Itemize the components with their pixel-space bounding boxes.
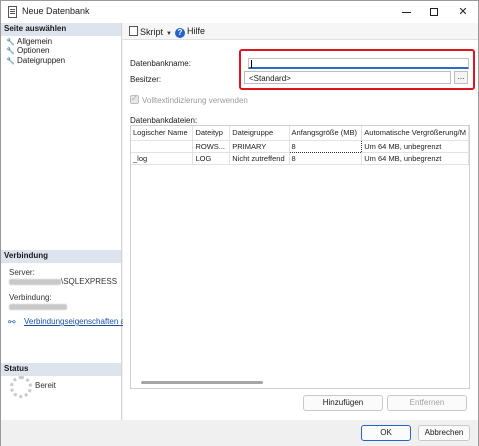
db-files-grid[interactable]: Logischer Name Dateityp Dateigruppe Anfa… [130, 125, 470, 389]
page-item-label: Allgemein [17, 37, 53, 46]
connection-label: Verbindung: [9, 293, 52, 302]
col-header-file-type[interactable]: Dateityp [192, 126, 231, 141]
toolbar: Skript ▼ ? Hilfe [123, 23, 478, 40]
help-label: Hilfe [187, 26, 206, 36]
horizontal-scrollbar[interactable] [141, 381, 263, 384]
db-files-label: Datenbankdateien: [130, 116, 198, 125]
cell-autogrowth[interactable]: Um 64 MB, unbegrenzt [361, 152, 469, 165]
col-header-logical-name[interactable]: Logischer Name [131, 126, 194, 141]
grid-header-row: Logischer Name Dateityp Dateigruppe Anfa… [131, 126, 469, 141]
server-name-redacted [9, 279, 61, 285]
connection-name-redacted [9, 304, 67, 310]
owner-browse-button[interactable]: ... [454, 71, 468, 84]
chevron-down-icon[interactable]: ▼ [166, 31, 172, 37]
owner-label: Besitzer: [130, 75, 162, 84]
wrench-icon: 🔧 [6, 58, 15, 65]
wrench-icon: 🔧 [6, 39, 15, 46]
server-instance: \SQLEXPRESS [61, 277, 118, 286]
title-bar: Neue Datenbank ✕ [1, 1, 478, 23]
cell-logical-name[interactable] [131, 140, 194, 153]
minimize-button[interactable] [395, 4, 417, 20]
text-caret [251, 60, 252, 68]
page-item-label: Optionen [17, 46, 50, 55]
document-icon [8, 6, 17, 18]
select-page-header: Seite auswählen [1, 23, 121, 36]
col-header-initial-size[interactable]: Anfangsgröße (MB) [289, 126, 363, 141]
close-icon: ✕ [458, 6, 468, 18]
page-item-label: Dateigruppen [17, 56, 66, 65]
script-icon [129, 26, 138, 36]
cell-initial-size[interactable]: 8 [288, 139, 363, 153]
cell-file-type[interactable]: LOG [192, 152, 231, 165]
remove-button[interactable]: Entfernen [387, 395, 467, 411]
fulltext-checkbox[interactable] [130, 94, 139, 104]
network-icon: ⚯ [8, 317, 16, 327]
col-header-filegroup[interactable]: Dateigruppe [229, 126, 290, 141]
cell-filegroup[interactable]: Nicht zutreffend [229, 152, 290, 165]
col-header-autogrowth[interactable]: Automatische Vergrößerung/M [361, 126, 469, 141]
connection-properties-link[interactable]: Verbindungseigenschaften an [24, 317, 129, 326]
cell-filegroup[interactable]: PRIMARY [229, 140, 290, 153]
table-row[interactable]: ROWS... PRIMARY 8 Um 64 MB, unbegrenzt [131, 139, 469, 153]
cell-autogrowth[interactable]: Um 64 MB, unbegrenzt [361, 140, 469, 153]
db-name-label: Datenbankname: [130, 59, 191, 68]
progress-spinner-icon [10, 376, 32, 398]
cancel-button[interactable]: Abbrechen [418, 425, 470, 441]
new-database-dialog: Neue Datenbank ✕ Seite auswählen 🔧 Allgem… [0, 0, 479, 446]
status-header: Status [1, 363, 121, 376]
connection-header: Verbindung [1, 250, 121, 263]
maximize-icon [430, 8, 438, 17]
cell-initial-size[interactable]: 8 [289, 152, 363, 165]
script-label: Skript [140, 27, 164, 37]
fulltext-label: Volltextindizierung verwenden [142, 96, 248, 105]
help-icon: ? [175, 28, 185, 38]
minimize-icon [401, 11, 411, 13]
maximize-button[interactable] [423, 4, 445, 20]
help-button[interactable]: ? Hilfe [175, 26, 205, 38]
server-label: Server: [9, 268, 35, 277]
cell-logical-name[interactable]: _log [131, 152, 194, 165]
window-title: Neue Datenbank [22, 6, 90, 16]
owner-input[interactable]: <Standard> [244, 71, 451, 84]
page-item-allgemein[interactable]: 🔧 Allgemein [6, 37, 52, 46]
status-text: Bereit [35, 381, 56, 390]
page-item-dateigruppen[interactable]: 🔧 Dateigruppen [6, 56, 65, 65]
add-button[interactable]: Hinzufügen [303, 395, 383, 411]
cell-file-type[interactable]: ROWS... [192, 140, 231, 153]
page-item-optionen[interactable]: 🔧 Optionen [6, 46, 49, 55]
db-name-input[interactable] [248, 58, 469, 69]
wrench-icon: 🔧 [6, 48, 15, 55]
ok-button[interactable]: OK [361, 425, 411, 441]
close-button[interactable]: ✕ [452, 4, 474, 20]
table-row[interactable]: _log LOG Nicht zutreffend 8 Um 64 MB, un… [131, 152, 469, 165]
script-button[interactable]: Skript ▼ [129, 26, 172, 37]
